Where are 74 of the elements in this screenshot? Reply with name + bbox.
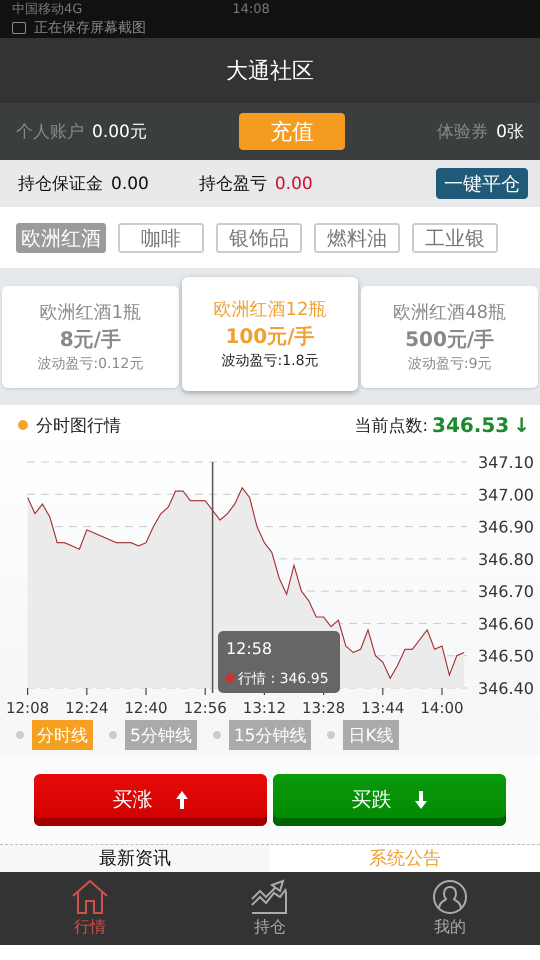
axis-label: 347.10	[478, 453, 534, 472]
bullet-icon	[327, 731, 336, 739]
tooltip-time: 12:58	[226, 639, 272, 658]
margin-value: 0.00	[111, 174, 149, 194]
current-label: 当前点数:	[354, 414, 428, 436]
tooltip-value: 行情 : 346.95	[238, 671, 329, 687]
product-card[interactable]: 欧洲红酒12瓶 100元/手 波动盈亏:1.8元	[182, 276, 358, 390]
product-price: 500元/手	[405, 326, 494, 353]
product-name: 欧洲红酒48瓶	[393, 301, 506, 324]
news-tab[interactable]: 最新资讯	[0, 845, 270, 872]
bullet-icon	[109, 731, 117, 739]
category-tab[interactable]: 咖啡	[118, 222, 204, 252]
category-tab[interactable]: 燃料油	[314, 222, 400, 252]
axis-label: 347.00	[478, 485, 534, 504]
fluctuation-text: 波动盈亏:1.8元	[222, 352, 318, 370]
bullet-icon	[212, 731, 221, 739]
axis-label: 13:44	[361, 699, 404, 717]
buy-down-button[interactable]: 买跌	[273, 774, 506, 826]
axis-label: 346.60	[478, 614, 534, 634]
category-tab[interactable]: 工业银	[412, 222, 498, 252]
period-tab[interactable]: 分时线	[32, 720, 93, 750]
notification-text: 正在保存屏幕截图	[34, 19, 146, 37]
margin-label: 持仓保证金	[18, 173, 103, 195]
product-price: 100元/手	[225, 323, 315, 350]
user-icon	[430, 879, 470, 915]
category-tab[interactable]: 欧洲红酒	[16, 222, 106, 252]
carrier-name: 中国移动4G	[12, 1, 82, 18]
axis-label: 346.50	[478, 646, 534, 666]
voucher-count: 0张	[496, 121, 524, 143]
down-arrow-icon: ↓	[513, 413, 530, 437]
axis-label: 13:28	[302, 699, 346, 717]
product-price: 8元/手	[60, 326, 121, 353]
axis-label: 12:56	[184, 699, 227, 717]
axis-label: 12:40	[124, 699, 168, 717]
down-arrow-icon	[414, 790, 428, 810]
account-balance: 0.00元	[92, 121, 147, 143]
chart-title: 分时图行情	[36, 414, 121, 436]
period-tab[interactable]: 5分钟线	[125, 720, 197, 750]
axis-label: 14:00	[420, 699, 464, 717]
product-card[interactable]: 欧洲红酒1瓶 8元/手 波动盈亏:0.12元	[2, 286, 179, 388]
bullet-icon	[18, 420, 28, 430]
period-tab[interactable]: 15分钟线	[228, 720, 312, 750]
nav-tab[interactable]: 持仓	[180, 872, 360, 945]
screenshot-icon	[12, 22, 26, 34]
product-card[interactable]: 欧洲红酒48瓶 500元/手 波动盈亏:9元	[361, 286, 538, 388]
status-time: 14:08	[232, 2, 270, 16]
fluctuation-text: 波动盈亏:9元	[408, 355, 492, 373]
buy-up-button[interactable]: 买涨	[34, 774, 267, 826]
axis-label: 12:24	[65, 699, 108, 717]
axis-label: 13:12	[242, 699, 286, 717]
axis-label: 346.40	[478, 679, 534, 698]
current-value: 346.53	[432, 413, 510, 437]
profit-loss-value: 0.00	[274, 174, 313, 194]
product-name: 欧洲红酒1瓶	[40, 301, 142, 324]
page-title: 大通社区	[226, 58, 314, 86]
axis-label: 12:08	[6, 699, 50, 717]
account-label: 个人账户	[16, 121, 84, 143]
home-icon	[70, 879, 110, 915]
axis-label: 346.90	[478, 518, 534, 537]
voucher-label: 体验券	[437, 121, 488, 143]
recharge-button[interactable]: 充值	[239, 113, 346, 150]
bullet-icon	[16, 731, 24, 739]
category-tab[interactable]: 银饰品	[216, 222, 302, 252]
fluctuation-text: 波动盈亏:0.12元	[37, 355, 144, 373]
close-all-button[interactable]: 一键平仓	[436, 168, 528, 199]
axis-label: 346.70	[478, 582, 534, 602]
profit-loss-label: 持仓盈亏	[198, 173, 267, 195]
axis-label: 346.80	[478, 550, 534, 569]
line-chart-icon	[250, 879, 290, 915]
nav-tab[interactable]: 行情	[0, 872, 180, 945]
nav-tab[interactable]: 我的	[360, 872, 540, 945]
product-name: 欧洲红酒12瓶	[214, 298, 326, 321]
period-tab[interactable]: 日K线	[343, 720, 399, 750]
up-arrow-icon	[174, 790, 188, 810]
